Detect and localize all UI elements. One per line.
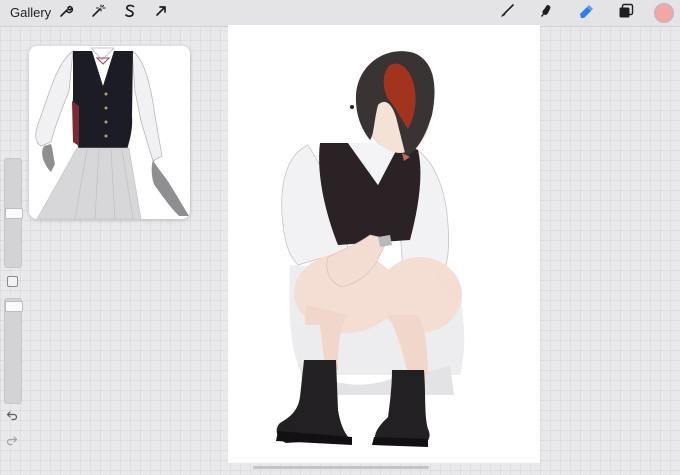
layers-button[interactable]: [616, 3, 636, 23]
redo-button[interactable]: [6, 433, 18, 446]
brush-button[interactable]: [497, 3, 517, 23]
eraser-icon: [578, 3, 594, 24]
left-sidebar: [2, 158, 23, 454]
redo-arrow-icon: [6, 433, 18, 450]
reference-window[interactable]: [29, 46, 190, 219]
selection-button[interactable]: [120, 3, 140, 23]
eraser-button[interactable]: [576, 3, 596, 23]
undo-button[interactable]: [6, 408, 18, 421]
home-indicator: [253, 466, 429, 469]
undo-arrow-icon: [6, 408, 18, 425]
artwork: [276, 51, 465, 447]
wrench-icon: [58, 3, 74, 24]
canvas[interactable]: [228, 25, 540, 463]
smudge-button[interactable]: [536, 3, 556, 23]
adjustments-button[interactable]: [88, 3, 108, 23]
actions-button[interactable]: [56, 3, 76, 23]
opacity-thumb[interactable]: [5, 301, 23, 312]
gallery-button[interactable]: Gallery: [10, 5, 51, 20]
brush-size-slider[interactable]: [4, 158, 23, 268]
opacity-slider[interactable]: [4, 298, 23, 404]
magic-wand-icon: [90, 3, 106, 24]
reference-image: [35, 47, 189, 219]
brush-size-thumb[interactable]: [5, 208, 23, 219]
top-toolbar: Gallery: [0, 0, 680, 27]
transform-button[interactable]: [151, 3, 171, 23]
smudge-icon: [538, 3, 554, 24]
brush-icon: [499, 3, 515, 24]
selection-s-icon: [122, 3, 138, 24]
arrow-cursor-icon: [153, 3, 169, 24]
color-swatch-button[interactable]: [654, 3, 674, 23]
modify-button[interactable]: [7, 276, 18, 287]
layers-icon: [618, 3, 634, 24]
